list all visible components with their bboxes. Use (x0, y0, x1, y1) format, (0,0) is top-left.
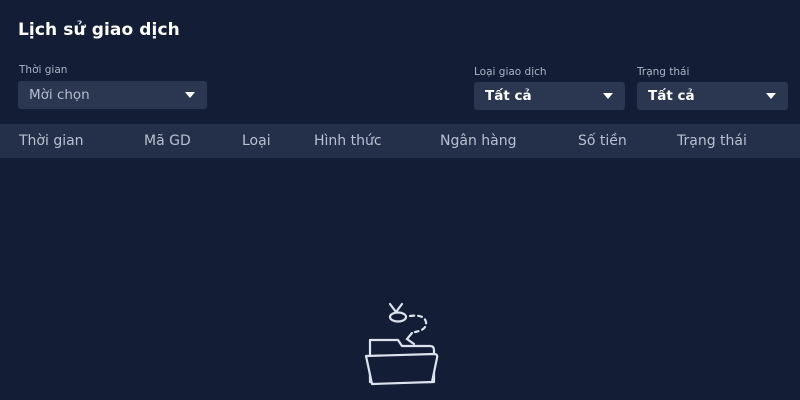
column-header-method: Hình thức (314, 133, 382, 149)
transaction-history-panel: Lịch sử giao dịch Thời gian Mời chọn Loạ… (0, 0, 800, 400)
table-header: Thời gian Mã GD Loại Hình thức Ngân hàng… (0, 124, 800, 158)
chevron-down-icon (185, 92, 195, 98)
status-filter-value: Tất cả (648, 88, 695, 104)
column-header-transaction-id: Mã GD (144, 133, 191, 149)
chevron-down-icon (766, 93, 776, 99)
page-title: Lịch sử giao dịch (18, 20, 180, 40)
column-header-amount: Số tiền (578, 133, 627, 149)
type-filter-value: Tất cả (485, 88, 532, 104)
time-filter-placeholder: Mời chọn (29, 87, 90, 103)
type-filter-select[interactable]: Tất cả (474, 82, 625, 110)
time-filter-select[interactable]: Mời chọn (18, 81, 207, 109)
status-filter-label: Trạng thái (637, 66, 690, 78)
status-filter-select[interactable]: Tất cả (637, 82, 788, 110)
empty-folder-icon (364, 302, 439, 386)
column-header-status: Trạng thái (677, 133, 747, 149)
chevron-down-icon (603, 93, 613, 99)
column-header-bank: Ngân hàng (440, 133, 517, 149)
column-header-time: Thời gian (19, 133, 84, 149)
type-filter-label: Loại giao dịch (474, 66, 547, 78)
column-header-type: Loại (242, 133, 271, 149)
time-filter-label: Thời gian (19, 64, 68, 76)
